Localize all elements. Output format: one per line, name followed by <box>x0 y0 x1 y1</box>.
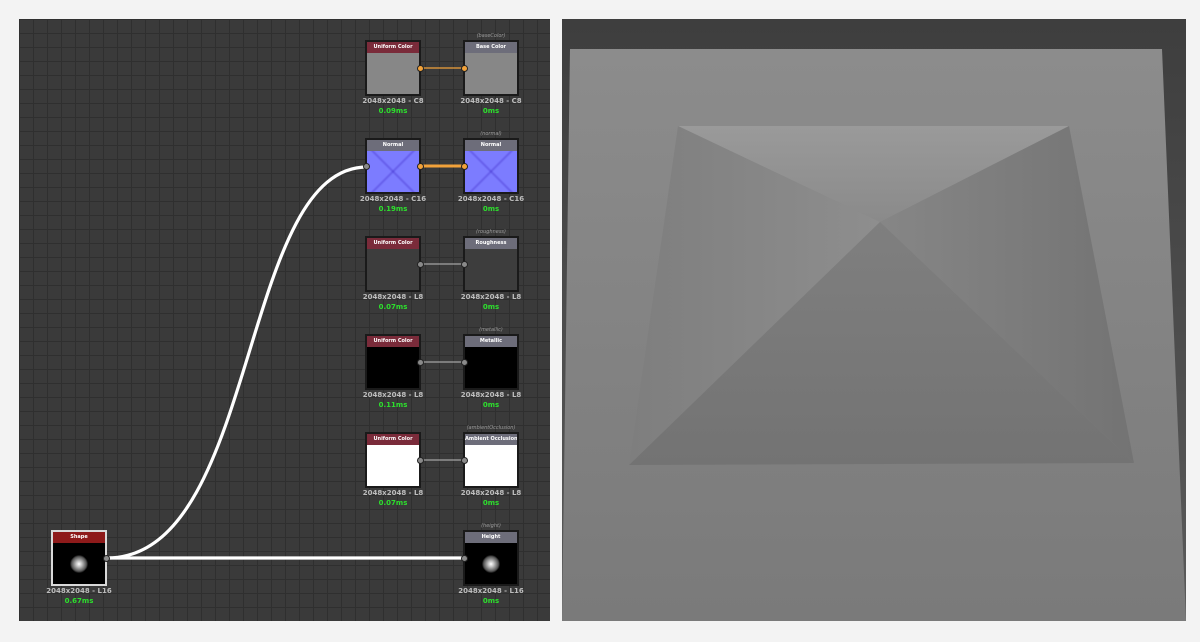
node-time: 0.07ms <box>378 303 408 311</box>
node-time: 0ms <box>482 107 500 115</box>
node-thumbnail <box>465 347 517 388</box>
node-thumbnail <box>367 53 419 94</box>
node-time: 0.19ms <box>378 205 408 213</box>
node-identifier: (roughness) <box>476 229 506 235</box>
pyramid-preview <box>478 551 504 576</box>
node-resolution: 2048x2048 - L8 <box>362 391 424 399</box>
node-time: 0ms <box>482 401 500 409</box>
node-resolution: 2048x2048 - L8 <box>362 489 424 497</box>
node-time: 0.09ms <box>378 107 408 115</box>
output-port[interactable] <box>417 261 424 268</box>
height-output-node[interactable]: Height <box>463 530 519 586</box>
node-resolution: 2048x2048 - L16 <box>458 587 524 595</box>
node-title: Uniform Color <box>367 434 419 445</box>
output-port[interactable] <box>417 359 424 366</box>
node-title: Base Color <box>465 42 517 53</box>
node-resolution: 2048x2048 - C8 <box>460 97 522 105</box>
pyramid-preview <box>66 551 92 576</box>
uniform-color-node[interactable]: Uniform Color <box>365 236 421 292</box>
node-resolution: 2048x2048 - L8 <box>460 489 522 497</box>
node-title: Uniform Color <box>367 42 419 53</box>
node-time: 0.11ms <box>378 401 408 409</box>
node-thumbnail <box>367 151 419 192</box>
node-thumbnail <box>465 445 517 486</box>
node-title: Ambient Occlusion <box>465 434 517 445</box>
node-identifier: (height) <box>481 523 501 529</box>
roughness-output-node[interactable]: Roughness <box>463 236 519 292</box>
node-resolution: 2048x2048 - L8 <box>460 391 522 399</box>
3d-scene <box>562 19 1186 621</box>
uniform-color-node[interactable]: Uniform Color <box>365 40 421 96</box>
node-resolution: 2048x2048 - C16 <box>457 195 525 203</box>
node-thumbnail <box>465 543 517 584</box>
input-port[interactable] <box>363 163 370 170</box>
metallic-output-node[interactable]: Metallic <box>463 334 519 390</box>
normal-node[interactable]: Normal <box>365 138 421 194</box>
output-port[interactable] <box>417 65 424 72</box>
node-thumbnail <box>465 53 517 94</box>
input-port[interactable] <box>461 359 468 366</box>
node-resolution: 2048x2048 - L8 <box>460 293 522 301</box>
node-thumbnail <box>367 347 419 388</box>
node-title: Shape <box>53 532 105 543</box>
output-port[interactable] <box>417 163 424 170</box>
node-time: 0ms <box>482 597 500 605</box>
node-title: Uniform Color <box>367 238 419 249</box>
uniform-color-node[interactable]: Uniform Color <box>365 334 421 390</box>
node-identifier: (normal) <box>480 131 502 137</box>
node-time: 0ms <box>482 303 500 311</box>
node-graph-panel[interactable]: Uniform Color 2048x2048 - C8 0.09ms (bas… <box>19 19 550 621</box>
node-resolution: 2048x2048 - C16 <box>359 195 427 203</box>
node-resolution: 2048x2048 - L8 <box>362 293 424 301</box>
node-time: 0.67ms <box>64 597 94 605</box>
node-resolution: 2048x2048 - L16 <box>46 587 112 595</box>
node-identifier: (baseColor) <box>476 33 506 39</box>
input-port[interactable] <box>461 65 468 72</box>
input-port[interactable] <box>461 261 468 268</box>
wire-shape-to-normal[interactable] <box>106 165 368 560</box>
node-thumbnail <box>53 543 105 584</box>
node-identifier: (ambientOcclusion) <box>466 425 516 431</box>
shape-node[interactable]: Shape <box>51 530 107 586</box>
node-title: Normal <box>465 140 517 151</box>
3d-viewport[interactable] <box>562 19 1186 621</box>
node-time: 0ms <box>482 499 500 507</box>
node-identifier: (metallic) <box>479 327 503 333</box>
node-title: Metallic <box>465 336 517 347</box>
node-title: Roughness <box>465 238 517 249</box>
node-resolution: 2048x2048 - C8 <box>362 97 424 105</box>
node-time: 0ms <box>482 205 500 213</box>
node-thumbnail <box>367 445 419 486</box>
node-title: Height <box>465 532 517 543</box>
node-title: Uniform Color <box>367 336 419 347</box>
ambient-occlusion-output-node[interactable]: Ambient Occlusion <box>463 432 519 488</box>
node-thumbnail <box>367 249 419 290</box>
node-title: Normal <box>367 140 419 151</box>
node-thumbnail <box>465 151 517 192</box>
uniform-color-node[interactable]: Uniform Color <box>365 432 421 488</box>
normal-output-node[interactable]: Normal <box>463 138 519 194</box>
input-port[interactable] <box>461 457 468 464</box>
node-time: 0.07ms <box>378 499 408 507</box>
node-thumbnail <box>465 249 517 290</box>
output-port[interactable] <box>103 555 110 562</box>
input-port[interactable] <box>461 163 468 170</box>
output-port[interactable] <box>417 457 424 464</box>
input-port[interactable] <box>461 555 468 562</box>
base-color-output-node[interactable]: Base Color <box>463 40 519 96</box>
